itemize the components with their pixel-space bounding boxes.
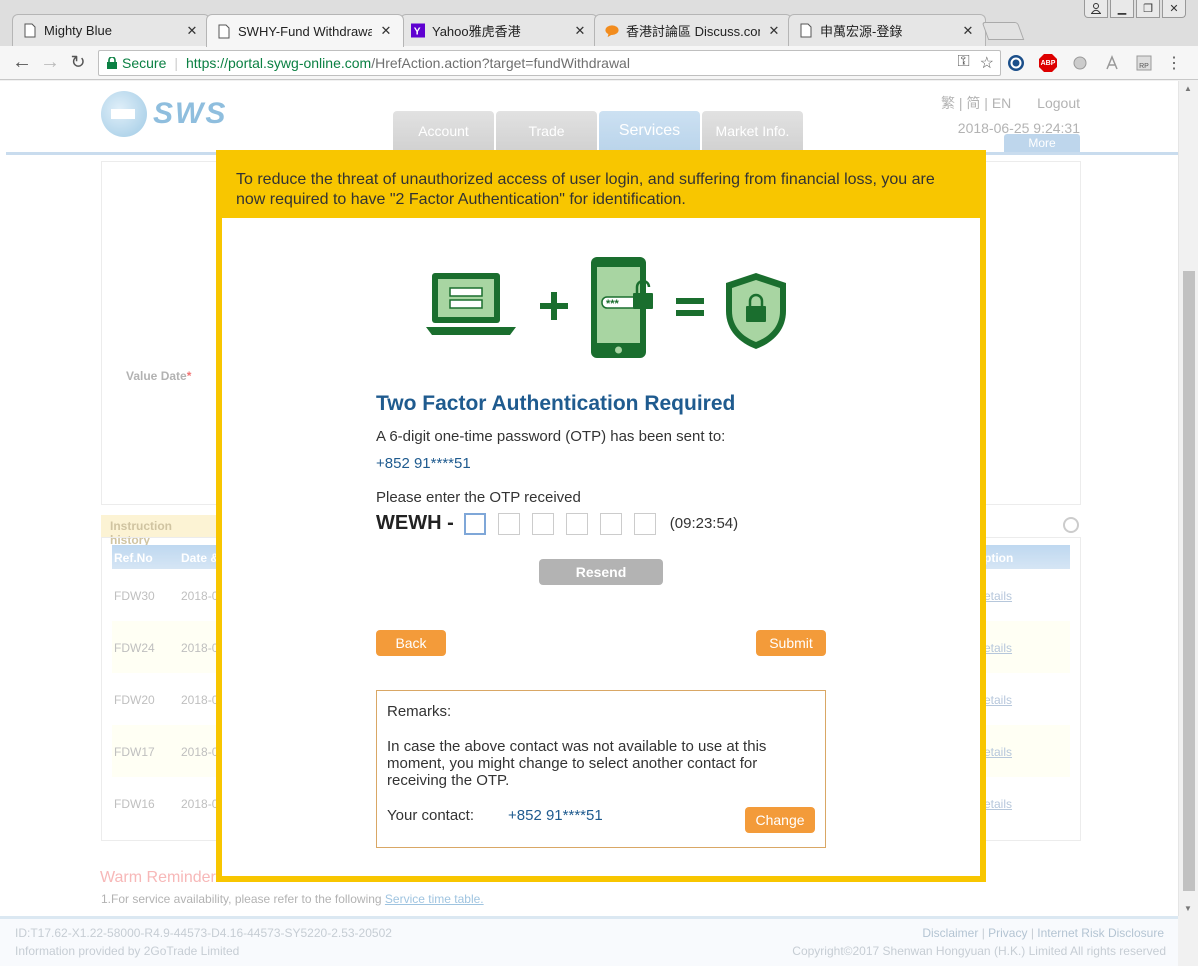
otp-prefix: WEWH - (376, 512, 454, 534)
page-icon (23, 23, 37, 39)
tab-title: 香港討論區 Discuss.com.h (626, 24, 760, 39)
separator: | (174, 55, 178, 71)
url-host: https://portal.sywg-online.com (186, 55, 372, 71)
smartphone-icon: *** (591, 257, 653, 358)
contact-value: +852 91****51 (508, 807, 603, 824)
tab-title: SWHY-Fund Withdrawal (238, 23, 372, 39)
otp-digit-1[interactable] (463, 512, 486, 535)
tab-title: 申萬宏源-登錄 (820, 24, 903, 39)
close-icon[interactable]: ✕ (379, 23, 393, 39)
star-icon[interactable]: ☆ (980, 53, 994, 73)
plus-icon (540, 292, 568, 320)
browser-tabbar: Mighty Blue ✕ SWHY-Fund Withdrawal ✕ Y Y… (0, 0, 1198, 47)
laptop-icon (426, 273, 516, 335)
scroll-up-icon[interactable]: ▲ (1184, 84, 1192, 93)
svg-text:Y: Y (414, 27, 421, 38)
otp-digit-2[interactable] (497, 512, 520, 535)
user-icon[interactable] (1084, 0, 1108, 18)
pdf-icon[interactable] (1102, 53, 1122, 73)
secure-label: Secure (122, 55, 167, 71)
page-icon (217, 23, 231, 39)
close-window-icon[interactable]: ✕ (1162, 0, 1186, 18)
two-factor-dialog: To reduce the threat of unauthorized acc… (216, 150, 986, 882)
key-icon[interactable]: ⚿ (957, 53, 969, 73)
resend-otp-button[interactable]: Resend OTP(00:22) (539, 559, 663, 606)
adblock-icon[interactable]: ABP (1038, 53, 1058, 73)
two-factor-illustration: *** (426, 257, 786, 358)
otp-digit-3[interactable] (531, 512, 554, 535)
back-arrow-icon[interactable]: ← (10, 51, 34, 75)
page-icon (799, 23, 813, 39)
remarks-box: Remarks: In case the above contact was n… (376, 690, 826, 848)
equals-icon (676, 298, 704, 316)
extension-e-icon[interactable] (1006, 53, 1026, 73)
forward-arrow-icon[interactable]: → (38, 51, 62, 75)
browser-tab-login[interactable]: 申萬宏源-登錄 ✕ (788, 14, 986, 46)
otp-sent-text: A 6-digit one-time password (OTP) has be… (376, 428, 726, 445)
rp-extension-icon[interactable]: RP (1134, 53, 1154, 73)
shield-lock-icon (726, 273, 786, 349)
otp-timer: (09:23:54) (669, 515, 739, 532)
rp-label: RP (1139, 63, 1149, 70)
adblock-label: ABP (1040, 59, 1056, 67)
maximize-icon[interactable]: ❐ (1136, 0, 1160, 18)
remarks-body: In case the above contact was not availa… (387, 738, 767, 789)
menu-kebab-icon[interactable]: ⋮ (1164, 53, 1184, 73)
close-icon[interactable]: ✕ (185, 23, 199, 39)
close-icon[interactable]: ✕ (573, 23, 587, 39)
remarks-title: Remarks: (387, 703, 452, 720)
submit-button[interactable]: Submit (756, 630, 826, 656)
security-banner: To reduce the threat of unauthorized acc… (216, 150, 986, 218)
tab-title: Mighty Blue (44, 23, 112, 38)
yahoo-icon: Y (411, 23, 425, 39)
scroll-down-icon[interactable]: ▼ (1184, 904, 1192, 913)
close-icon[interactable]: ✕ (961, 23, 975, 39)
browser-tab-yahoo[interactable]: Y Yahoo雅虎香港 ✕ (400, 14, 598, 46)
browser-tab-mighty-blue[interactable]: Mighty Blue ✕ (12, 14, 210, 46)
omnibox-actions: ⚿ ☆ (957, 53, 994, 73)
tab-title: Yahoo雅虎香港 (432, 24, 521, 39)
window-controls: ▁ ❐ ✕ (1084, 0, 1186, 18)
otp-digit-4[interactable] (565, 512, 588, 535)
browser-tab-discuss[interactable]: 香港討論區 Discuss.com.h ✕ (594, 14, 792, 46)
extension-circle-icon[interactable] (1070, 53, 1090, 73)
speech-bubble-icon (605, 23, 619, 39)
scrollbar-thumb[interactable] (1183, 271, 1195, 891)
secure-indicator[interactable]: Secure (107, 55, 166, 71)
address-bar[interactable]: Secure | https://portal.sywg-online.com /… (98, 50, 1001, 76)
otp-instruction: Please enter the OTP received (376, 489, 581, 506)
password-mask: *** (606, 298, 620, 310)
otp-digit-6[interactable] (633, 512, 656, 535)
lock-icon (107, 57, 117, 69)
otp-phone-number: +852 91****51 (376, 455, 471, 472)
page-scrollbar[interactable]: ▲ ▼ (1178, 81, 1198, 916)
dialog-title: Two Factor Authentication Required (376, 392, 736, 415)
minimize-icon[interactable]: ▁ (1110, 0, 1134, 18)
back-button[interactable]: Back (376, 630, 446, 656)
change-contact-button[interactable]: Change (745, 807, 815, 833)
url-path: /HrefAction.action?target=fundWithdrawal (371, 55, 630, 71)
browser-tab-fund-withdrawal[interactable]: SWHY-Fund Withdrawal ✕ (206, 14, 404, 47)
close-icon[interactable]: ✕ (767, 23, 781, 39)
browser-toolbar: ← → ↻ Secure | https://portal.sywg-onlin… (0, 46, 1198, 80)
otp-input-row: WEWH - (09:23:54) (376, 512, 738, 535)
otp-digit-5[interactable] (599, 512, 622, 535)
contact-label: Your contact: (387, 807, 475, 824)
reload-icon[interactable]: ↻ (66, 51, 90, 75)
new-tab-button[interactable] (981, 22, 1025, 40)
